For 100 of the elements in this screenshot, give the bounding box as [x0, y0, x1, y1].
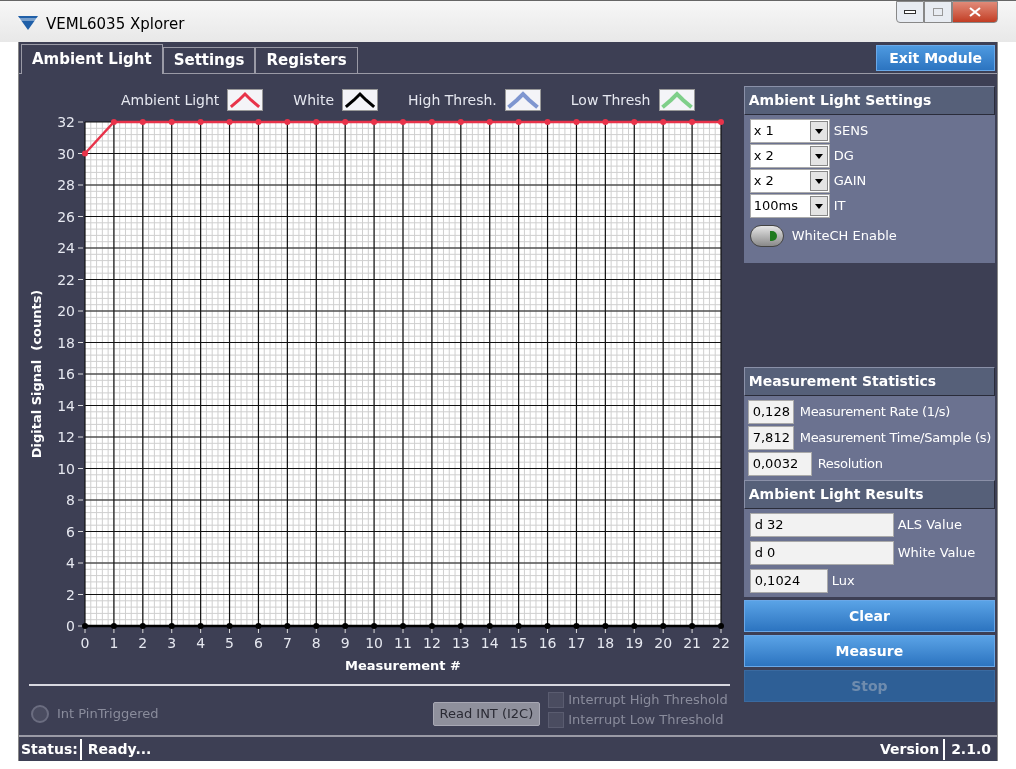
y-tick-label: 4: [66, 555, 75, 571]
minimize-button[interactable]: [896, 1, 924, 23]
x-tick-label: 6: [254, 635, 263, 651]
legend-swatch-icon: [658, 89, 695, 111]
x-tick-label: 1: [109, 635, 119, 651]
version-text: 2.1.0: [950, 739, 992, 759]
close-icon: [969, 7, 981, 17]
legend-swatch-icon: [504, 89, 541, 111]
tab[interactable]: Settings: [162, 47, 256, 73]
x-tick-label: 10: [365, 635, 383, 651]
close-button[interactable]: [952, 1, 998, 23]
tab[interactable]: Registers: [255, 47, 358, 73]
y-axis-title: Digital Signal (counts): [29, 289, 44, 459]
window-title: VEML6035 Xplorer: [46, 14, 185, 35]
y-tick-label: 26: [57, 208, 75, 225]
y-tick-label: 16: [57, 366, 75, 382]
value-field[interactable]: 0,1024: [749, 569, 828, 593]
value-field[interactable]: 7,812: [747, 426, 794, 450]
field-label: Measurement Time/Sample (s): [799, 429, 991, 448]
y-tick-label: 12: [57, 429, 75, 445]
field-label: Resolution: [817, 455, 883, 474]
x-tick-label: 15: [509, 635, 528, 651]
action-button[interactable]: Clear: [743, 600, 995, 632]
caret-icon: [809, 146, 828, 166]
x-tick-label: 20: [654, 635, 673, 651]
x-tick-label: 16: [538, 635, 557, 651]
status-text: Ready...: [86, 739, 152, 759]
dropdown[interactable]: x 2: [749, 169, 830, 193]
checkbox[interactable]: [548, 712, 565, 728]
version-label: Version: [879, 738, 946, 760]
panel-header: Ambient Light Results: [743, 480, 995, 509]
field-label: White Value: [897, 544, 976, 563]
x-tick-label: 8: [311, 635, 321, 651]
checkbox[interactable]: [548, 692, 565, 708]
y-tick-label: 0: [66, 618, 75, 634]
x-tick-label: 9: [340, 635, 350, 651]
caret-icon: [809, 196, 828, 216]
x-tick-label: 22: [712, 635, 730, 651]
y-tick-label: 24: [57, 240, 75, 256]
exit-button[interactable]: Exit Module: [876, 45, 995, 71]
toggle-switch[interactable]: [749, 225, 784, 247]
checkbox-label: Interrupt High Threshold: [568, 691, 728, 710]
checkbox-label: Interrupt Low Threshold: [568, 711, 724, 730]
y-tick-label: 14: [57, 397, 75, 414]
value-field[interactable]: 0,128: [747, 400, 794, 424]
field-label: DG: [833, 147, 854, 166]
field-label: Measurement Rate (1/s): [799, 403, 950, 422]
x-tick-label: 7: [282, 635, 292, 651]
x-axis-title: Measurement #: [345, 658, 461, 673]
y-tick-label: 2: [66, 586, 75, 603]
caret-icon: [809, 171, 828, 191]
dropdown[interactable]: x 2: [749, 144, 830, 168]
caret-icon: [809, 121, 828, 141]
x-tick-label: 14: [480, 635, 499, 651]
dropdown[interactable]: 100ms: [749, 194, 830, 218]
action-button[interactable]: Measure: [743, 635, 995, 667]
x-tick-label: 17: [567, 635, 586, 651]
tab[interactable]: Ambient Light: [21, 44, 163, 74]
panel-header: Measurement Statistics: [743, 367, 995, 396]
y-tick-label: 8: [66, 492, 75, 508]
value-field[interactable]: d 32: [749, 513, 894, 537]
y-tick-label: 30: [57, 145, 75, 162]
y-tick-label: 18: [57, 334, 75, 351]
y-tick-label: 32: [57, 114, 75, 130]
field-label: SENS: [833, 122, 869, 141]
y-tick-label: 28: [57, 177, 75, 193]
value-field[interactable]: 0,0032: [747, 452, 812, 476]
legend-label: High Thresh.: [408, 90, 497, 110]
y-tick-label: 6: [66, 523, 75, 540]
x-tick-label: 11: [394, 635, 412, 651]
panel-header: Ambient Light Settings: [743, 86, 995, 115]
legend-swatch-icon: [342, 89, 379, 111]
x-tick-label: 5: [225, 635, 234, 651]
field-label: Lux: [831, 572, 855, 591]
x-tick-label: 13: [451, 635, 470, 651]
value-field[interactable]: d 0: [749, 541, 894, 565]
legend-label: White: [293, 90, 335, 110]
legend-label: Low Thresh: [570, 90, 651, 110]
x-tick-label: 0: [80, 635, 90, 651]
legend-label: Ambient Light: [121, 90, 220, 110]
y-tick-label: 22: [57, 271, 75, 288]
x-tick-label: 4: [196, 635, 206, 651]
x-tick-label: 2: [138, 635, 148, 651]
x-tick-label: 19: [625, 635, 644, 651]
field-label: ALS Value: [897, 516, 962, 535]
y-tick-label: 20: [57, 303, 75, 319]
status-label: Status:: [19, 738, 82, 760]
field-label: IT: [833, 197, 846, 216]
logo-icon: [18, 16, 38, 30]
x-tick-label: 3: [167, 635, 177, 651]
x-tick-label: 12: [423, 635, 441, 651]
toggle-label: WhiteCH Enable: [791, 227, 897, 246]
read-int-button[interactable]: Read INT (I2C): [432, 702, 541, 726]
legend-swatch-icon: [227, 89, 264, 111]
dropdown[interactable]: x 1: [749, 119, 830, 143]
x-tick-label: 18: [596, 635, 615, 651]
field-label: GAIN: [833, 172, 867, 191]
x-tick-label: 21: [683, 635, 701, 651]
y-tick-label: 10: [57, 460, 75, 477]
indicator-label: Int PinTriggered: [57, 705, 159, 723]
